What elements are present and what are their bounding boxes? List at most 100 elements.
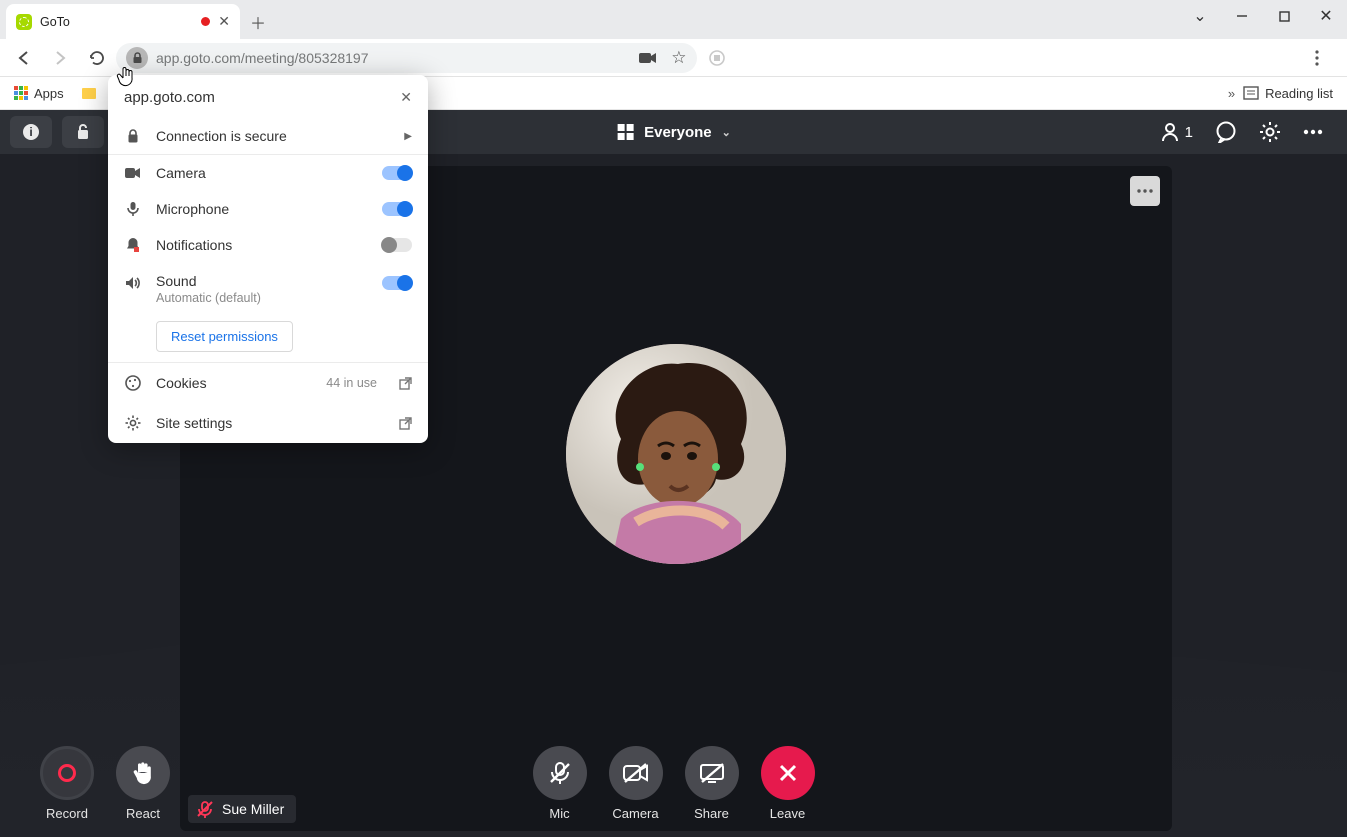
permission-sound-row: Sound Automatic (default) — [108, 263, 428, 315]
reset-permissions-button[interactable]: Reset permissions — [156, 321, 293, 352]
recording-indicator-icon — [201, 17, 210, 26]
react-control[interactable]: React — [116, 746, 170, 821]
browser-tab[interactable]: GoTo ✕ — [6, 4, 240, 39]
meeting-info-button[interactable]: i — [10, 116, 52, 148]
notif-perm-label: Notifications — [156, 237, 368, 253]
notification-icon — [124, 237, 142, 253]
gear-icon — [124, 415, 142, 431]
camera-perm-label: Camera — [156, 165, 368, 181]
chevron-right-icon: ▶ — [404, 131, 412, 142]
window-close-icon[interactable]: ✕ — [1305, 0, 1347, 32]
person-icon — [1161, 122, 1181, 142]
gear-icon — [1259, 121, 1281, 143]
omnibox[interactable]: app.goto.com/meeting/805328197 ☆ — [116, 43, 697, 73]
leave-button[interactable] — [761, 746, 815, 800]
participant-count: 1 — [1185, 124, 1193, 141]
tile-more-button[interactable] — [1130, 176, 1160, 206]
chevron-right-icon[interactable]: » — [1228, 86, 1235, 101]
apps-bookmark[interactable]: Apps — [14, 86, 64, 101]
folder-icon — [82, 88, 96, 99]
camera-off-icon — [622, 762, 650, 784]
open-external-icon — [399, 377, 412, 390]
tab-close-icon[interactable]: ✕ — [218, 13, 230, 30]
cursor-pointer-icon — [116, 66, 136, 90]
react-button[interactable] — [116, 746, 170, 800]
participants-button[interactable]: 1 — [1161, 122, 1193, 142]
mic-icon — [124, 201, 142, 217]
apps-grid-icon — [14, 86, 28, 100]
back-button[interactable] — [8, 42, 40, 74]
cookies-row[interactable]: Cookies 44 in use — [108, 362, 428, 403]
more-button[interactable] — [1303, 129, 1323, 135]
cookies-label: Cookies — [156, 375, 312, 391]
settings-button[interactable] — [1259, 121, 1281, 143]
url-text: app.goto.com/meeting/805328197 — [156, 50, 369, 66]
share-label: Share — [694, 806, 729, 821]
reading-list-button[interactable]: Reading list — [1243, 86, 1333, 101]
dropdown-icon[interactable]: ⌄ — [1179, 0, 1221, 32]
cookies-count: 44 in use — [326, 376, 377, 390]
bookmark-folder[interactable] — [82, 88, 96, 99]
grid-icon — [616, 123, 634, 141]
cookie-icon — [124, 375, 142, 391]
window-maximize-icon[interactable] — [1263, 0, 1305, 32]
titlebar: GoTo ✕ ＋ ⌄ ✕ — [0, 0, 1347, 39]
mic-label: Mic — [549, 806, 569, 821]
sound-perm-col: Sound Automatic (default) — [156, 273, 368, 305]
chevron-down-icon: ⌄ — [722, 126, 731, 139]
share-control[interactable]: Share — [685, 746, 739, 821]
site-settings-row[interactable]: Site settings — [108, 403, 428, 443]
record-label: Record — [46, 806, 88, 821]
chat-icon — [1215, 121, 1237, 143]
camera-control[interactable]: Camera — [609, 746, 663, 821]
permission-microphone-row: Microphone — [108, 191, 428, 227]
new-tab-button[interactable]: ＋ — [244, 8, 272, 36]
goto-favicon — [16, 14, 32, 30]
screen-off-icon — [698, 762, 726, 784]
mic-button[interactable] — [533, 746, 587, 800]
browser-menu-icon[interactable] — [1301, 42, 1333, 74]
mic-control[interactable]: Mic — [533, 746, 587, 821]
mic-perm-label: Microphone — [156, 201, 368, 217]
camera-icon — [124, 167, 142, 179]
svg-text:i: i — [29, 125, 32, 139]
record-icon — [58, 764, 76, 782]
reading-list-icon — [1243, 86, 1259, 100]
layout-label: Everyone — [644, 124, 712, 141]
window-minimize-icon[interactable] — [1221, 0, 1263, 32]
more-horizontal-icon — [1303, 129, 1323, 135]
share-button[interactable] — [685, 746, 739, 800]
popup-close-icon[interactable]: ✕ — [400, 89, 412, 106]
react-label: React — [126, 806, 160, 821]
layout-selector[interactable]: Everyone ⌄ — [616, 123, 731, 141]
notifications-toggle[interactable] — [382, 238, 412, 252]
permission-notifications-row: Notifications — [108, 227, 428, 263]
sound-toggle[interactable] — [382, 276, 412, 290]
extension-icon[interactable] — [701, 42, 733, 74]
reading-list-label: Reading list — [1265, 86, 1333, 101]
chat-button[interactable] — [1215, 121, 1237, 143]
participant-avatar — [566, 344, 786, 564]
site-host: app.goto.com — [124, 89, 215, 106]
forward-button[interactable] — [44, 42, 76, 74]
open-external-icon — [399, 417, 412, 430]
apps-label: Apps — [34, 86, 64, 101]
camera-label: Camera — [612, 806, 658, 821]
meeting-lock-button[interactable] — [62, 116, 104, 148]
camera-button[interactable] — [609, 746, 663, 800]
permission-camera-row: Camera — [108, 154, 428, 191]
lock-icon — [124, 129, 142, 143]
site-info-popup: app.goto.com ✕ Connection is secure ▶ Ca… — [108, 75, 428, 443]
record-button[interactable] — [40, 746, 94, 800]
sound-icon — [124, 276, 142, 290]
camera-indicator-icon[interactable] — [639, 51, 657, 65]
connection-secure-row[interactable]: Connection is secure ▶ — [108, 118, 428, 154]
bookmark-star-icon[interactable]: ☆ — [671, 48, 686, 68]
microphone-toggle[interactable] — [382, 202, 412, 216]
address-bar: app.goto.com/meeting/805328197 ☆ — [0, 39, 1347, 77]
camera-toggle[interactable] — [382, 166, 412, 180]
sound-perm-label: Sound — [156, 273, 196, 289]
leave-control[interactable]: Leave — [761, 746, 815, 821]
reload-button[interactable] — [80, 42, 112, 74]
record-control[interactable]: Record — [40, 746, 94, 821]
